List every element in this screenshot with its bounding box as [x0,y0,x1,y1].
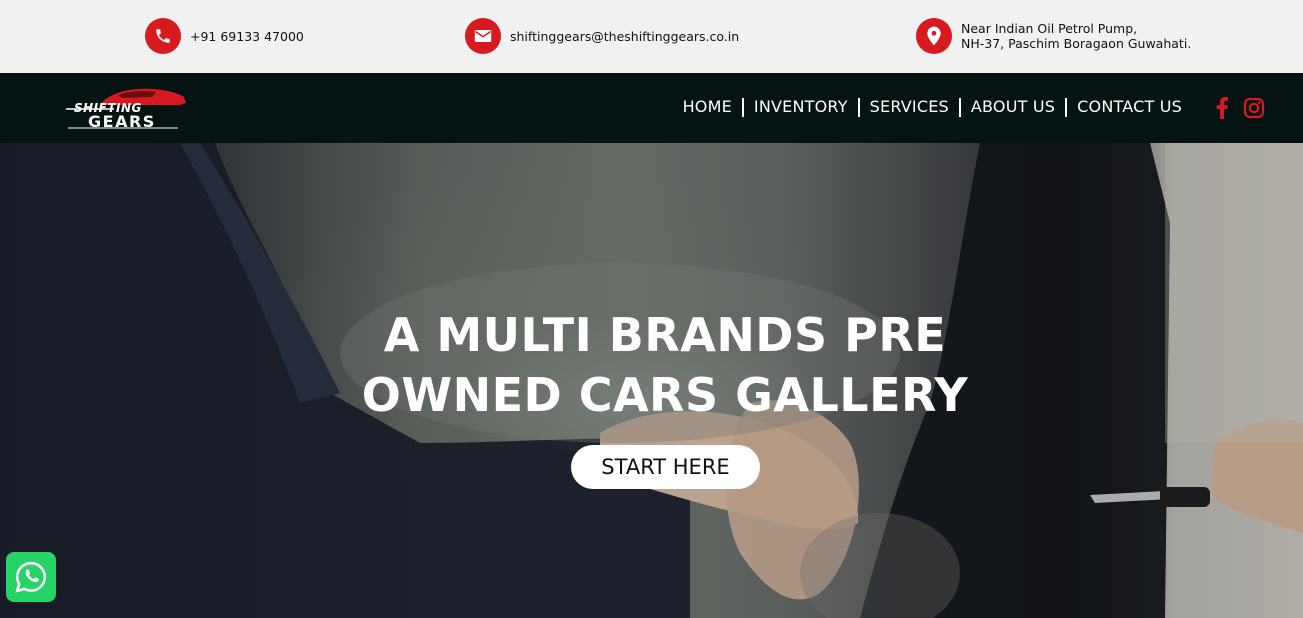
address-contact: Near Indian Oil Petrol Pump, NH-37, Pasc… [916,18,1191,54]
email-contact[interactable]: shiftinggears@theshiftinggears.co.in [465,18,739,54]
nav-inventory[interactable]: INVENTORY [744,97,858,117]
hero-title: A MULTI BRANDS PRE OWNED CARS GALLERY [0,305,1303,425]
phone-number[interactable]: +91 69133 47000 [190,29,304,44]
main-navbar: SHIFTING GEARS HOME INVENTORY SERVICES A… [0,73,1303,143]
nav-contact-us[interactable]: CONTACT US [1067,97,1192,117]
hero-title-line-2: OWNED CARS GALLERY [361,368,969,422]
address-text: Near Indian Oil Petrol Pump, NH-37, Pasc… [961,21,1191,51]
nav-home[interactable]: HOME [673,97,742,117]
nav-about-us[interactable]: ABOUT US [961,97,1065,117]
whatsapp-icon [15,561,47,593]
logo-text-bottom: GEARS [88,112,156,131]
hero-title-line-1: A MULTI BRANDS PRE [383,308,947,362]
email-address[interactable]: shiftinggears@theshiftinggears.co.in [510,29,739,44]
whatsapp-button[interactable] [6,552,56,602]
phone-contact[interactable]: +91 69133 47000 [145,18,304,54]
envelope-icon [465,18,501,54]
address-line-1: Near Indian Oil Petrol Pump, [961,21,1138,36]
phone-icon [145,18,181,54]
address-line-2: NH-37, Paschim Boragaon Guwahati. [961,36,1192,51]
nav-services[interactable]: SERVICES [860,97,959,117]
instagram-icon[interactable] [1243,97,1265,124]
primary-nav: HOME INVENTORY SERVICES ABOUT US CONTACT… [673,97,1192,117]
location-pin-icon [916,18,952,54]
start-here-button[interactable]: START HERE [571,445,760,489]
site-logo[interactable]: SHIFTING GEARS [62,83,192,135]
facebook-icon[interactable] [1212,97,1232,124]
contact-bar: +91 69133 47000 shiftinggears@theshiftin… [0,0,1303,73]
hero-banner: A MULTI BRANDS PRE OWNED CARS GALLERY ST… [0,143,1303,618]
